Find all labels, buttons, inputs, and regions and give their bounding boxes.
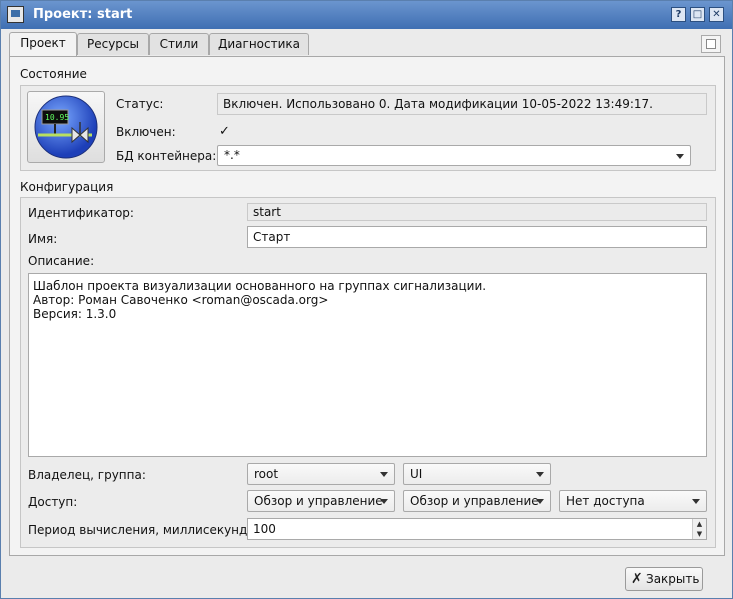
project-icon-button[interactable]: 10.95 [27, 91, 105, 163]
period-value: 100 [253, 522, 276, 536]
access-label: Доступ: [28, 495, 78, 509]
status-field: Включен. Использовано 0. Дата модификаци… [217, 93, 707, 115]
chevron-down-icon [676, 154, 684, 159]
close-icon[interactable]: ✕ [709, 7, 724, 22]
period-label: Период вычисления, миллисекунд: [28, 523, 252, 537]
title-bar[interactable]: Проект: start ? □ ✕ [1, 1, 732, 29]
group-select[interactable]: UI [403, 463, 551, 485]
owner-label: Владелец, группа: [28, 468, 146, 482]
descr-line: Шаблон проекта визуализации основанного … [33, 279, 487, 293]
state-group: 10.95 Статус: Включен. Использовано 0. Д… [20, 85, 716, 171]
id-field: start [247, 203, 707, 221]
tab-resources[interactable]: Ресурсы [77, 33, 149, 55]
close-button-label: Закрыть [646, 572, 700, 586]
close-x-icon: ✗ [631, 571, 643, 587]
descr-line: Версия: 1.3.0 [33, 307, 117, 321]
access-owner-select[interactable]: Обзор и управление [247, 490, 395, 512]
descr-textarea[interactable]: Шаблон проекта визуализации основанного … [28, 273, 707, 457]
access-owner-value: Обзор и управление [254, 494, 383, 508]
project-dialog-window: Проект: start ? □ ✕ Проект Ресурсы Стили… [0, 0, 733, 599]
access-other-value: Нет доступа [566, 494, 645, 508]
chevron-down-icon [380, 499, 388, 504]
id-label: Идентификатор: [28, 206, 134, 220]
period-spinbox[interactable]: 100 ▲ ▼ [247, 518, 707, 540]
close-button[interactable]: ✗ Закрыть [625, 567, 703, 591]
tab-styles[interactable]: Стили [149, 33, 209, 55]
config-group: Идентификатор: start Имя: Старт Описание… [20, 197, 716, 548]
status-label: Статус: [116, 97, 164, 111]
name-input[interactable]: Старт [247, 226, 707, 248]
access-group-select[interactable]: Обзор и управление [403, 490, 551, 512]
access-other-select[interactable]: Нет доступа [559, 490, 707, 512]
tab-project[interactable]: Проект [9, 32, 77, 56]
window-title: Проект: start [33, 7, 133, 22]
db-select[interactable]: *.* [217, 145, 691, 166]
descr-label: Описание: [28, 254, 95, 268]
tab-panel-project: Состояние 10.95 Статус: Включен. Использ… [9, 56, 725, 556]
db-label: БД контейнера: [116, 149, 217, 163]
db-select-value: *.* [224, 148, 240, 162]
spin-arrows-icon[interactable]: ▲ ▼ [692, 519, 706, 539]
group-select-value: UI [410, 467, 423, 481]
tab-diagnostics[interactable]: Диагностика [209, 33, 309, 55]
name-label: Имя: [28, 232, 58, 246]
maximize-icon[interactable]: □ [690, 7, 705, 22]
chevron-down-icon [536, 499, 544, 504]
enabled-checkbox[interactable]: ✓ [217, 125, 232, 140]
chevron-down-icon [380, 472, 388, 477]
chevron-down-icon [536, 472, 544, 477]
app-icon [7, 6, 24, 23]
state-section-label: Состояние [20, 67, 87, 81]
page-icon[interactable] [701, 35, 721, 53]
access-group-value: Обзор и управление [410, 494, 539, 508]
owner-select-value: root [254, 467, 279, 481]
config-section-label: Конфигурация [20, 180, 114, 194]
descr-line: Автор: Роман Савоченко <roman@oscada.org… [33, 293, 329, 307]
project-icon [34, 95, 98, 159]
help-icon[interactable]: ? [671, 7, 686, 22]
chevron-down-icon [692, 499, 700, 504]
icon-value-text: 10.95 [45, 113, 70, 122]
enabled-label: Включен: [116, 125, 176, 139]
owner-select[interactable]: root [247, 463, 395, 485]
